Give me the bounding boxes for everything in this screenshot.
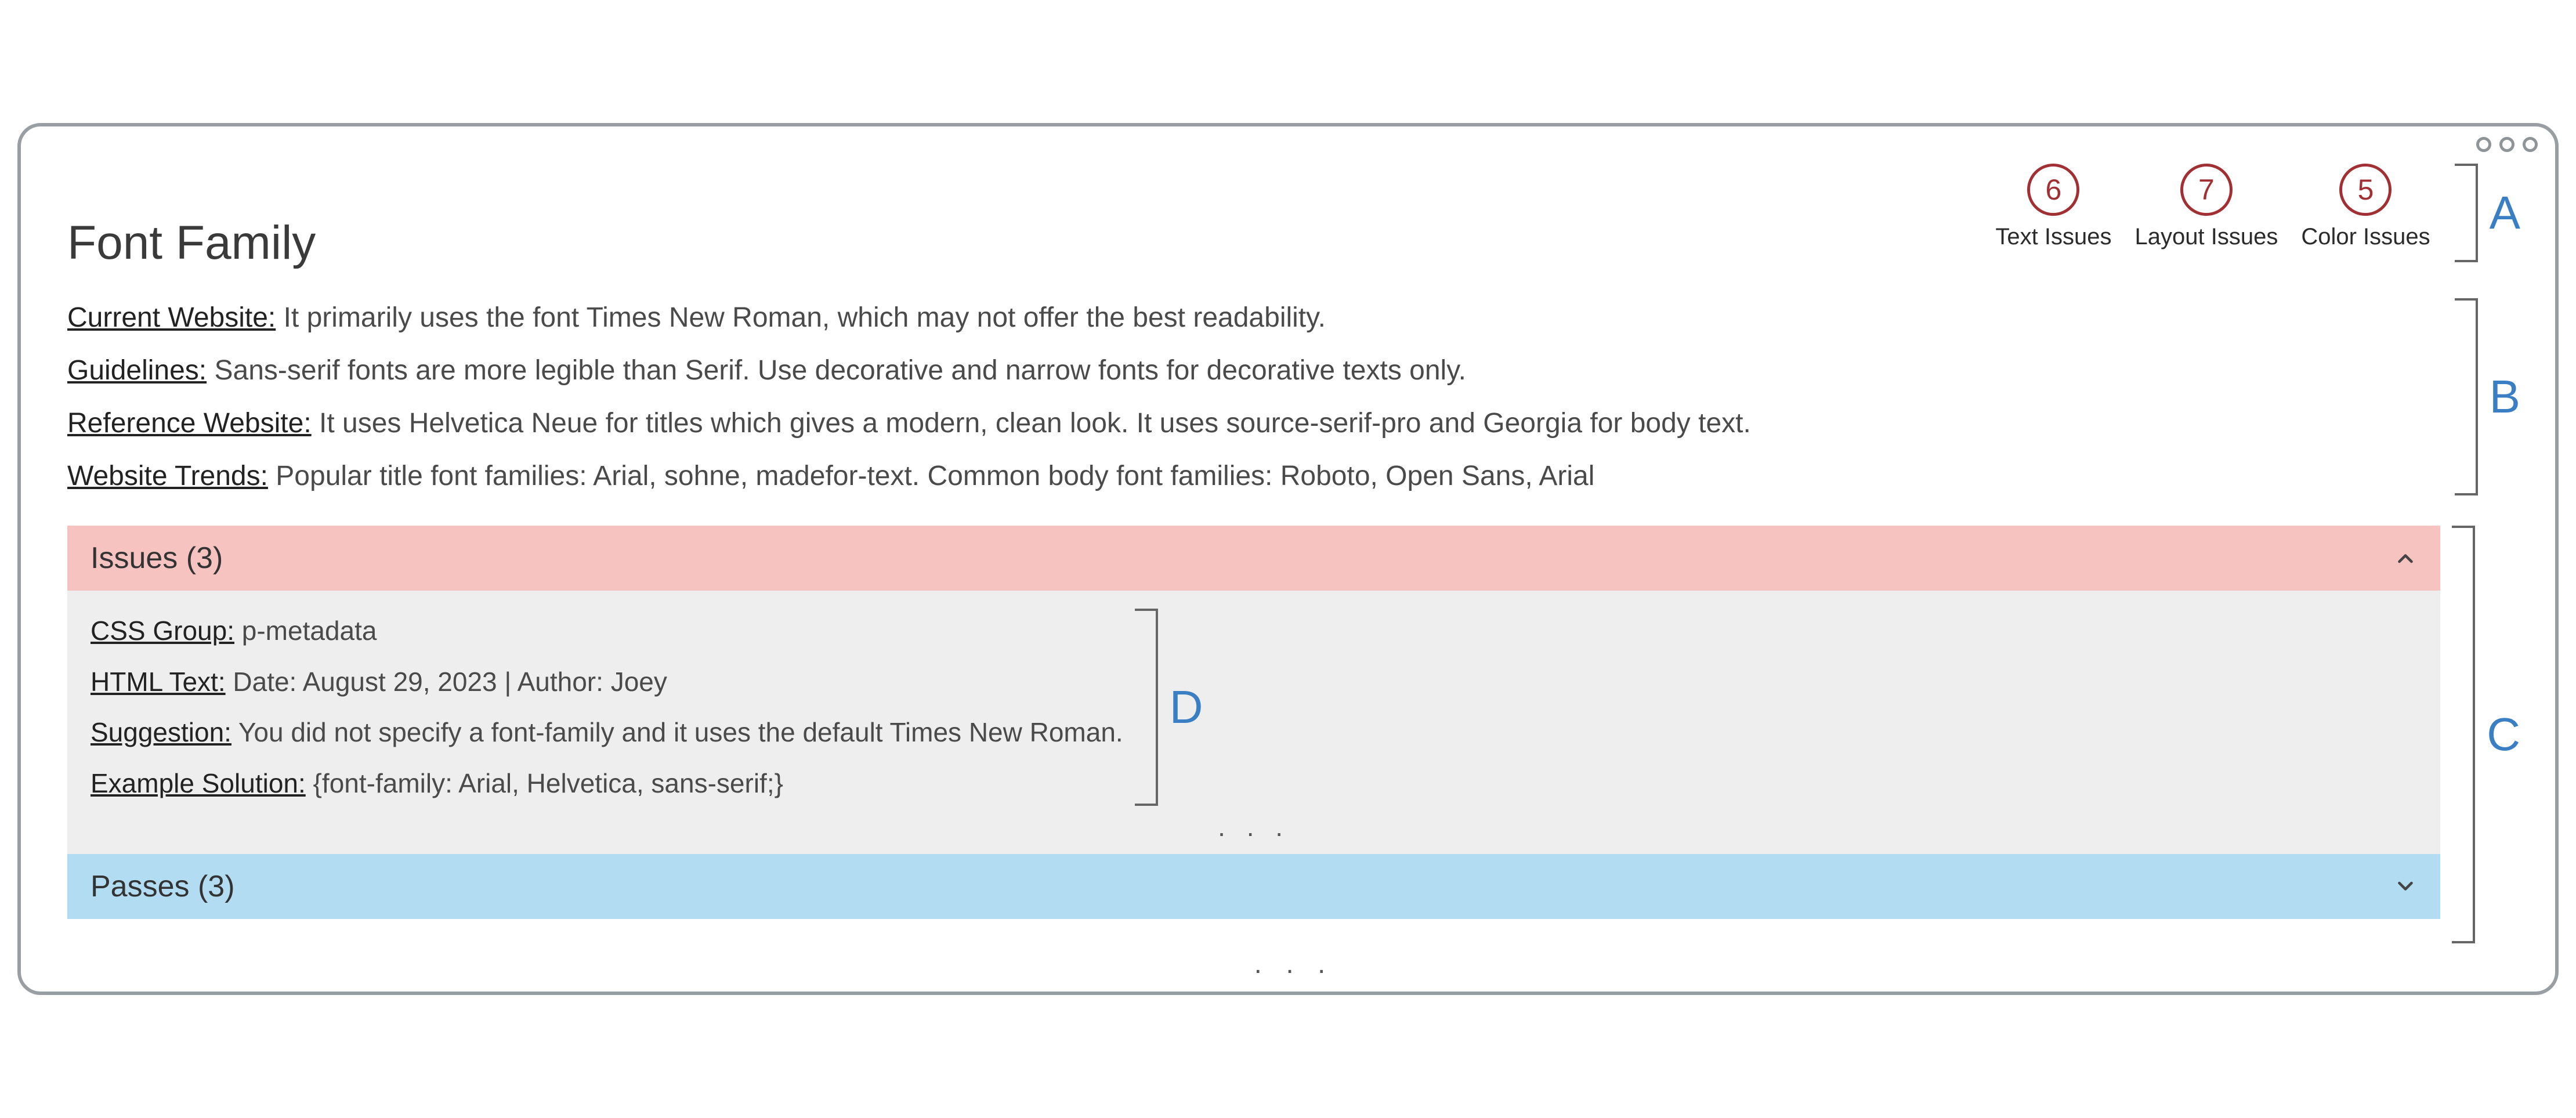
summary-group: 6 Text Issues 7 Layout Issues 5 Color Is… (1995, 164, 2520, 262)
accordion: Issues (3) CSS Group: p-metadata (67, 526, 2520, 943)
detail-label: CSS Group: (91, 616, 234, 646)
info-label: Current Website: (67, 302, 276, 333)
info-label: Guidelines: (67, 355, 207, 386)
annotation-bracket-c: C (2452, 526, 2520, 943)
annotation-bracket-d: D (1135, 609, 1203, 806)
annotation-bracket-b: B (2455, 298, 2520, 495)
summary-layout-issues[interactable]: 7 Layout Issues (2135, 164, 2278, 250)
summary-text-issues[interactable]: 6 Text Issues (1995, 164, 2111, 250)
app-window: Font Family 6 Text Issues 7 Layout Issue… (17, 123, 2559, 996)
detail-css-group: CSS Group: p-metadata (91, 606, 1123, 656)
summary-items: 6 Text Issues 7 Layout Issues 5 Color Is… (1995, 164, 2430, 250)
count-badge: 7 (2180, 164, 2233, 216)
count-badge: 6 (2027, 164, 2079, 216)
detail-html-text: HTML Text: Date: August 29, 2023 | Autho… (91, 657, 1123, 707)
detail-label: HTML Text: (91, 667, 226, 697)
count-badge: 5 (2339, 164, 2392, 216)
content-area: Font Family 6 Text Issues 7 Layout Issue… (21, 152, 2555, 980)
annotation-c: C (2487, 708, 2520, 761)
window-controls (21, 126, 2555, 152)
bottom-ellipsis: . . . (67, 943, 2520, 980)
window-dot[interactable] (2476, 137, 2491, 152)
detail-text: Date: August 29, 2023 | Author: Joey (233, 667, 667, 697)
passes-header-label: Passes (3) (91, 869, 235, 904)
summary-label: Color Issues (2301, 224, 2430, 250)
info-reference-website: Reference Website: It uses Helvetica Neu… (67, 397, 2443, 450)
detail-label: Example Solution: (91, 768, 306, 798)
info-website-trends: Website Trends: Popular title font famil… (67, 450, 2443, 502)
window-dot[interactable] (2523, 137, 2538, 152)
window-dot[interactable] (2499, 137, 2515, 152)
info-lines: Current Website: It primarily uses the f… (67, 291, 2443, 503)
info-guidelines: Guidelines: Sans-serif fonts are more le… (67, 344, 2443, 397)
annotation-b: B (2490, 370, 2520, 424)
chevron-up-icon (2394, 547, 2417, 570)
issues-header[interactable]: Issues (3) (67, 526, 2440, 591)
info-label: Reference Website: (67, 408, 312, 439)
detail-example-solution: Example Solution: {font-family: Arial, H… (91, 758, 1123, 809)
summary-label: Layout Issues (2135, 224, 2278, 250)
chevron-down-icon (2394, 875, 2417, 898)
summary-color-issues[interactable]: 5 Color Issues (2301, 164, 2430, 250)
detail-text: {font-family: Arial, Helvetica, sans-ser… (313, 768, 783, 798)
ellipsis: . . . (91, 809, 2417, 848)
passes-header[interactable]: Passes (3) (67, 854, 2440, 919)
accordion-body: Issues (3) CSS Group: p-metadata (67, 526, 2440, 943)
info-label: Website Trends: (67, 461, 268, 491)
info-text: It uses Helvetica Neue for titles which … (319, 408, 1751, 439)
annotation-a: A (2490, 186, 2520, 240)
page-title: Font Family (67, 216, 316, 270)
issues-header-label: Issues (3) (91, 541, 223, 576)
detail-text: p-metadata (242, 616, 377, 646)
info-block: Current Website: It primarily uses the f… (67, 291, 2520, 503)
summary-label: Text Issues (1995, 224, 2111, 250)
info-current-website: Current Website: It primarily uses the f… (67, 291, 2443, 344)
annotation-d: D (1170, 681, 1203, 734)
info-text: It primarily uses the font Times New Rom… (284, 302, 1326, 333)
info-text: Popular title font families: Arial, sohn… (276, 461, 1594, 491)
issue-detail-panel: CSS Group: p-metadata HTML Text: Date: A… (67, 591, 2440, 854)
detail-label: Suggestion: (91, 717, 231, 747)
header-row: Font Family 6 Text Issues 7 Layout Issue… (67, 164, 2520, 270)
detail-lines: CSS Group: p-metadata HTML Text: Date: A… (91, 606, 1123, 809)
detail-text: You did not specify a font-family and it… (238, 717, 1123, 747)
detail-suggestion: Suggestion: You did not specify a font-f… (91, 707, 1123, 758)
annotation-bracket-a: A (2443, 164, 2520, 262)
info-text: Sans-serif fonts are more legible than S… (214, 355, 1466, 386)
